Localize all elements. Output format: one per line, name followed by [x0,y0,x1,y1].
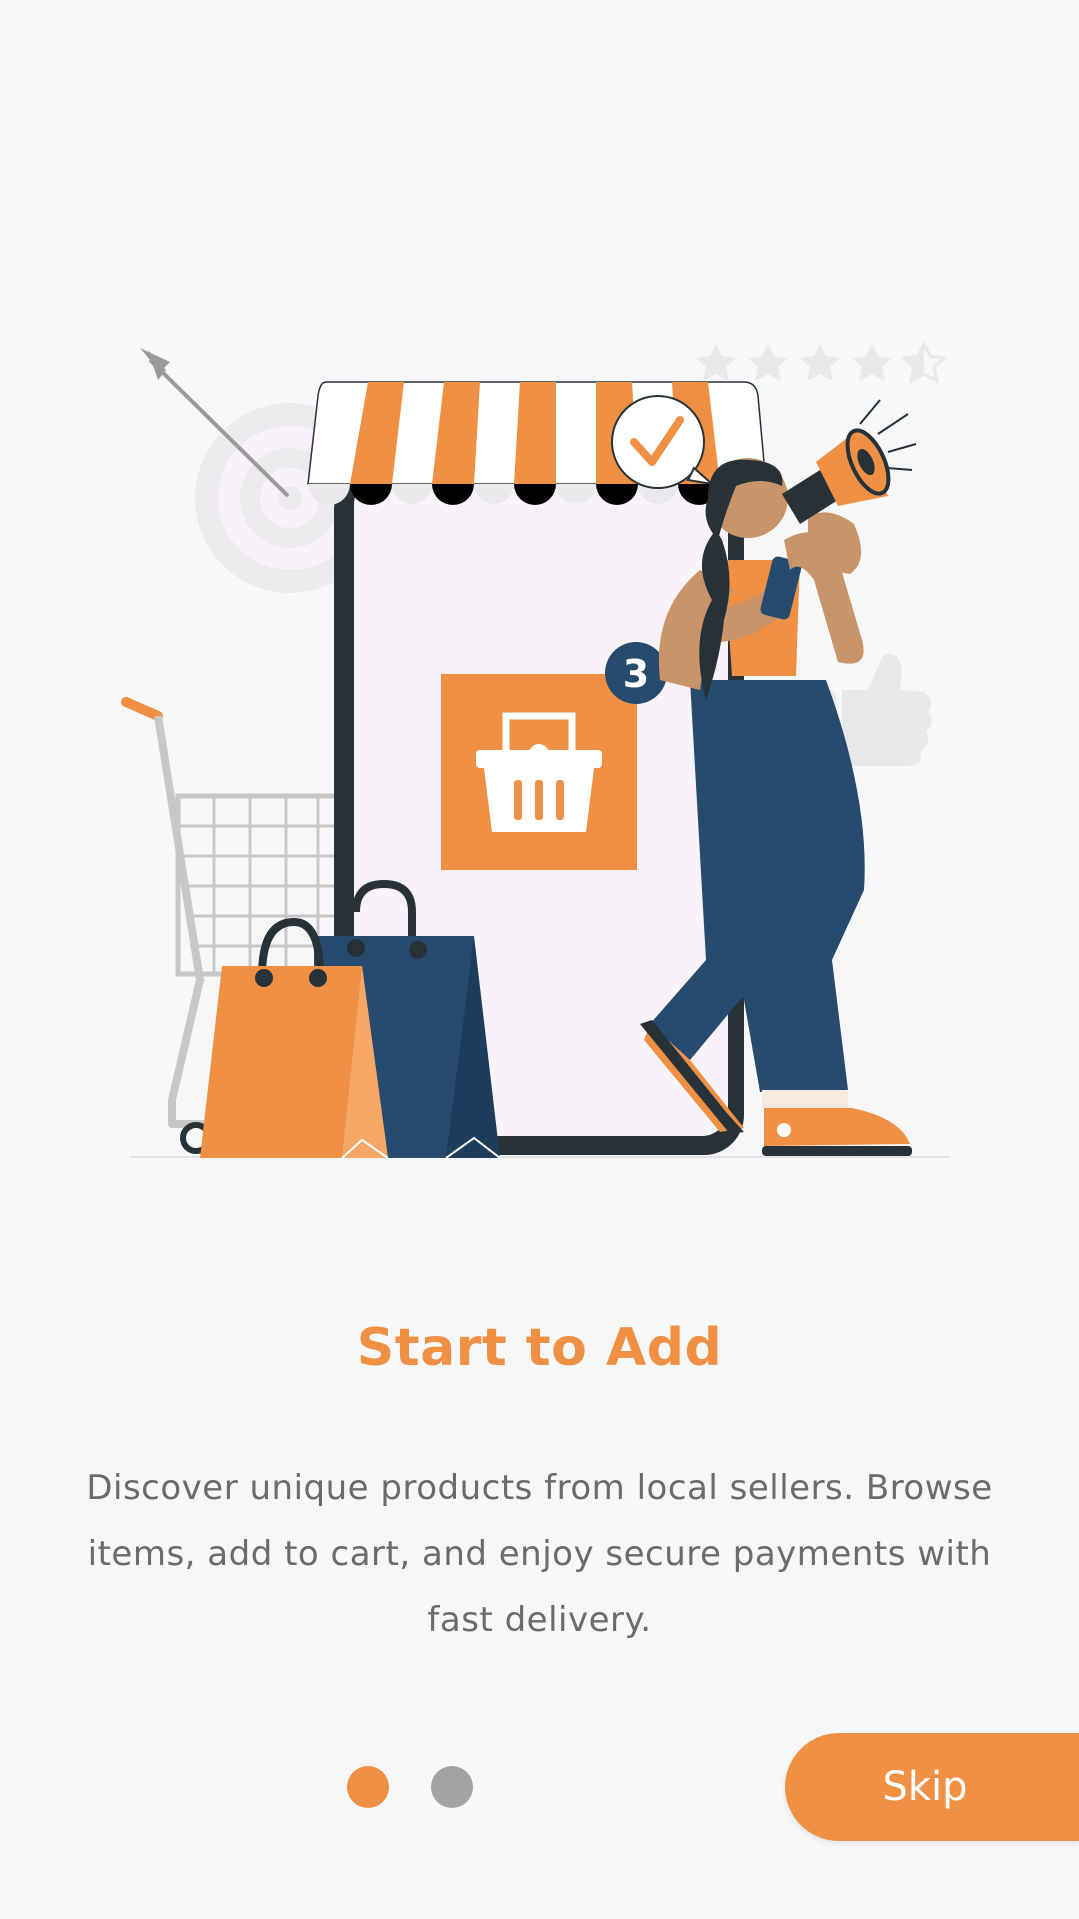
notification-badge: 3 [605,642,667,704]
onboarding-screen: 3 Start to Add Discover unique products … [0,0,1079,1919]
page-indicator [347,1766,473,1808]
skip-button[interactable]: Skip [785,1733,1079,1841]
star-icon [852,344,892,381]
page-dot-2[interactable] [431,1766,473,1808]
star-icon [800,344,840,381]
page-dot-1[interactable] [347,1766,389,1808]
star-icon [748,344,788,381]
basket-icon [441,674,637,870]
onboarding-illustration: 3 [121,340,950,1159]
star-icon [696,344,736,381]
rating-stars [696,340,948,384]
megaphone-icon [782,399,917,524]
star-icon [900,340,948,384]
page-title: Start to Add [356,1318,723,1378]
svg-text:3: 3 [623,652,649,696]
page-description: Discover unique products from local sell… [86,1468,993,1640]
